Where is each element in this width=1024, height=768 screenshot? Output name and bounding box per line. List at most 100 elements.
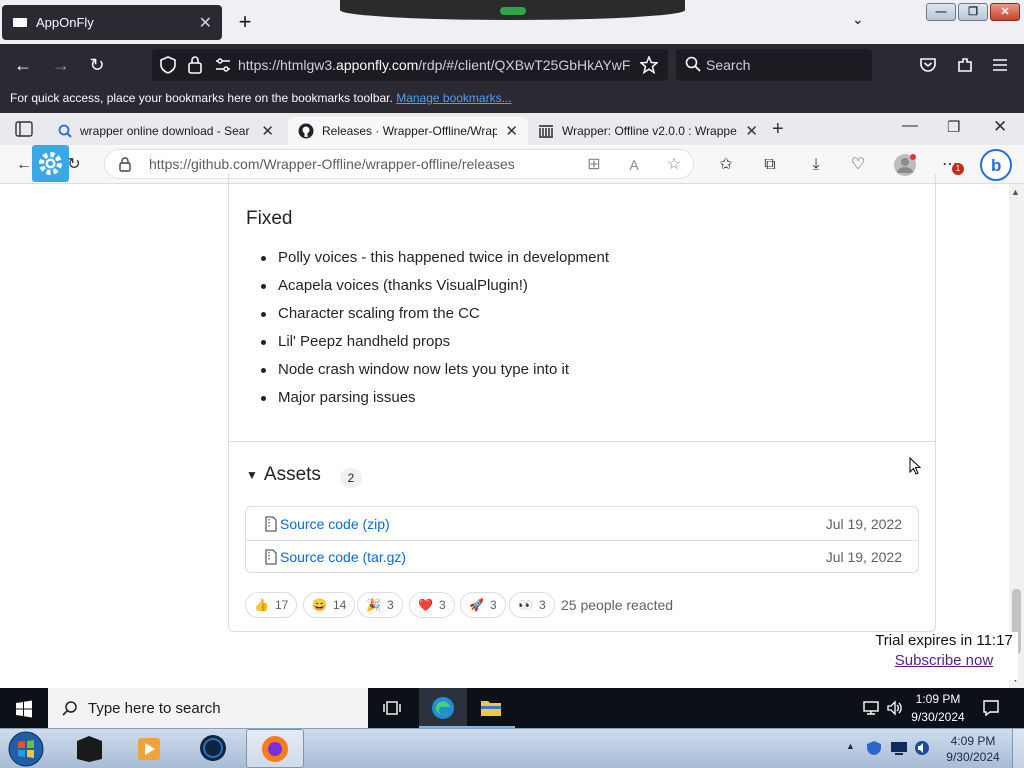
taskbar-search-box[interactable]: Type here to search — [48, 688, 368, 728]
tab-actions-icon[interactable] — [15, 121, 33, 137]
bookmarks-hint: For quick access, place your bookmarks h… — [10, 91, 393, 105]
edge-tab-bar: wrapper online download - Sear ✕ Release… — [0, 113, 1024, 145]
minimize-icon[interactable]: — — [902, 117, 918, 135]
lock-icon[interactable] — [119, 157, 131, 172]
outer-search-box[interactable]: Search — [676, 49, 872, 81]
edge-tab-github[interactable]: Releases · Wrapper-Offline/Wrap ✕ — [288, 117, 528, 145]
edge-tab-search[interactable]: wrapper online download - Sear ✕ — [48, 117, 284, 145]
notifications-icon[interactable] — [982, 699, 1000, 717]
subscribe-link[interactable]: Subscribe now — [870, 652, 1018, 669]
outer-tab-apponfly[interactable]: AppOnFly ✕ — [2, 5, 222, 40]
reaction-heart[interactable]: ❤️ 3 — [409, 592, 455, 618]
archive-icon — [539, 125, 553, 138]
taskbar-firefox[interactable] — [246, 729, 304, 768]
assets-count-badge: 2 — [340, 468, 362, 488]
shield-icon[interactable] — [160, 56, 176, 74]
manage-bookmarks-link[interactable]: Manage bookmarks... — [396, 91, 511, 105]
close-icon[interactable]: ✕ — [993, 117, 1007, 137]
reaction-emoji: 🎉 — [366, 598, 381, 612]
taskbar-edge[interactable] — [419, 688, 467, 728]
asset-name[interactable]: Source code — [280, 516, 359, 532]
new-tab-icon[interactable]: + — [772, 118, 784, 141]
edge-tab-archive[interactable]: Wrapper: Offline v2.0.0 : Wrappe ✕ — [528, 117, 768, 145]
close-tab-icon[interactable]: ✕ — [505, 122, 518, 140]
close-tab-icon[interactable]: ✕ — [261, 122, 274, 140]
show-hidden-icons[interactable]: ▲ — [846, 741, 855, 751]
globe-app-icon[interactable] — [198, 733, 228, 763]
list-tabs-icon[interactable]: ⌄ — [852, 11, 864, 28]
reaction-thumbs-up[interactable]: 👍 17 — [245, 592, 298, 618]
github-icon — [298, 123, 314, 139]
pocket-icon[interactable] — [919, 56, 937, 74]
close-tab-icon[interactable]: ✕ — [745, 122, 758, 140]
tray-network-icon[interactable] — [890, 741, 908, 755]
taskbar-clock[interactable]: 1:09 PM 9/30/2024 — [898, 690, 978, 726]
app-available-icon[interactable]: ⊞ — [584, 155, 604, 175]
asset-name[interactable]: Source code — [280, 549, 359, 565]
remote-handle-icon — [500, 7, 526, 15]
reaction-laugh[interactable]: 😄 14 — [303, 592, 356, 618]
page-content: Fixed Polly voices - this happened twice… — [0, 174, 1024, 688]
scroll-up-icon[interactable]: ▲ — [1011, 187, 1020, 197]
permissions-icon[interactable] — [214, 57, 232, 73]
tab-label: Releases · Wrapper-Offline/Wrap — [322, 124, 498, 138]
lock-icon[interactable] — [188, 56, 202, 74]
favorite-star-icon[interactable]: ☆ — [664, 155, 684, 175]
new-tab-button[interactable]: + — [232, 9, 258, 35]
remote-settings-gear-icon[interactable] — [32, 145, 69, 182]
minimize-button[interactable]: — — [926, 3, 956, 21]
reaction-count: 17 — [274, 598, 289, 612]
forward-icon[interactable]: → — [50, 54, 72, 76]
mouse-cursor-icon — [909, 457, 922, 475]
assets-list: Source code (zip) Jul 19, 2022 Source co… — [245, 506, 919, 573]
bing-copilot-icon[interactable]: b — [980, 149, 1012, 181]
windows-start-icon[interactable] — [15, 700, 33, 718]
asset-ext[interactable]: (tar.gz) — [363, 549, 407, 565]
media-player-icon[interactable] — [136, 735, 162, 763]
asset-row[interactable]: Source code (tar.gz) Jul 19, 2022 — [246, 540, 918, 573]
windows-orb-icon[interactable] — [6, 730, 46, 768]
close-tab-icon[interactable]: ✕ — [199, 13, 212, 33]
bookmarks-toolbar: For quick access, place your bookmarks h… — [0, 86, 1024, 113]
remote-taskbar: Type here to search 1:09 PM 9/30/2024 — [0, 688, 1024, 728]
assets-toggle[interactable]: ▼ Assets — [246, 464, 321, 486]
network-icon[interactable] — [862, 700, 880, 716]
collections-icon[interactable]: ⧉ — [760, 155, 780, 175]
assets-heading: Assets — [263, 464, 321, 485]
file-zip-icon — [265, 515, 277, 532]
close-window-button[interactable]: ✕ — [990, 3, 1020, 21]
notification-badge: 1 — [952, 163, 964, 175]
read-aloud-icon[interactable]: A — [624, 155, 644, 175]
favorites-icon[interactable]: ✩ — [716, 155, 736, 175]
asset-ext[interactable]: (zip) — [363, 516, 390, 532]
tray-shield-icon[interactable] — [866, 740, 882, 756]
reaction-eyes[interactable]: 👀 3 — [509, 592, 555, 618]
restore-button[interactable]: ❐ — [958, 3, 988, 21]
back-icon[interactable]: ← — [14, 155, 34, 175]
downloads-icon[interactable]: ⤓ — [806, 155, 826, 175]
taskbar-file-explorer[interactable] — [467, 688, 515, 728]
bookmark-star-icon[interactable] — [640, 56, 658, 74]
back-icon[interactable]: ← — [12, 54, 34, 76]
fixed-list-item: Polly voices - this happened twice in de… — [260, 249, 610, 266]
extensions-icon[interactable] — [956, 56, 974, 74]
browser-essentials-icon[interactable]: ♡ — [848, 155, 868, 175]
fixed-list-item: Acapela voices (thanks VisualPlugin!) — [261, 277, 528, 294]
show-desktop-button[interactable] — [1012, 729, 1024, 768]
reaction-rocket[interactable]: 🚀 3 — [460, 592, 506, 618]
reload-icon[interactable]: ↻ — [86, 54, 108, 76]
reaction-hooray[interactable]: 🎉 3 — [357, 592, 403, 618]
host-clock[interactable]: 4:09 PM 9/30/2024 — [940, 733, 1006, 765]
task-view-icon[interactable] — [383, 700, 401, 716]
trial-text: Trial expires in 11:17 — [875, 632, 1013, 649]
monitor-icon — [13, 17, 27, 27]
reactions-summary: 25 people reacted — [561, 597, 674, 613]
svg-text:b: b — [991, 156, 1001, 175]
tray-speaker-icon[interactable] — [914, 740, 930, 756]
app-shortcut-icon[interactable] — [74, 735, 104, 763]
search-placeholder: Search — [706, 57, 751, 73]
menu-icon[interactable] — [992, 57, 1008, 73]
asset-row[interactable]: Source code (zip) Jul 19, 2022 — [246, 507, 918, 540]
remote-toolbar-handle[interactable] — [340, 0, 685, 20]
restore-icon[interactable]: ❐ — [947, 118, 960, 136]
